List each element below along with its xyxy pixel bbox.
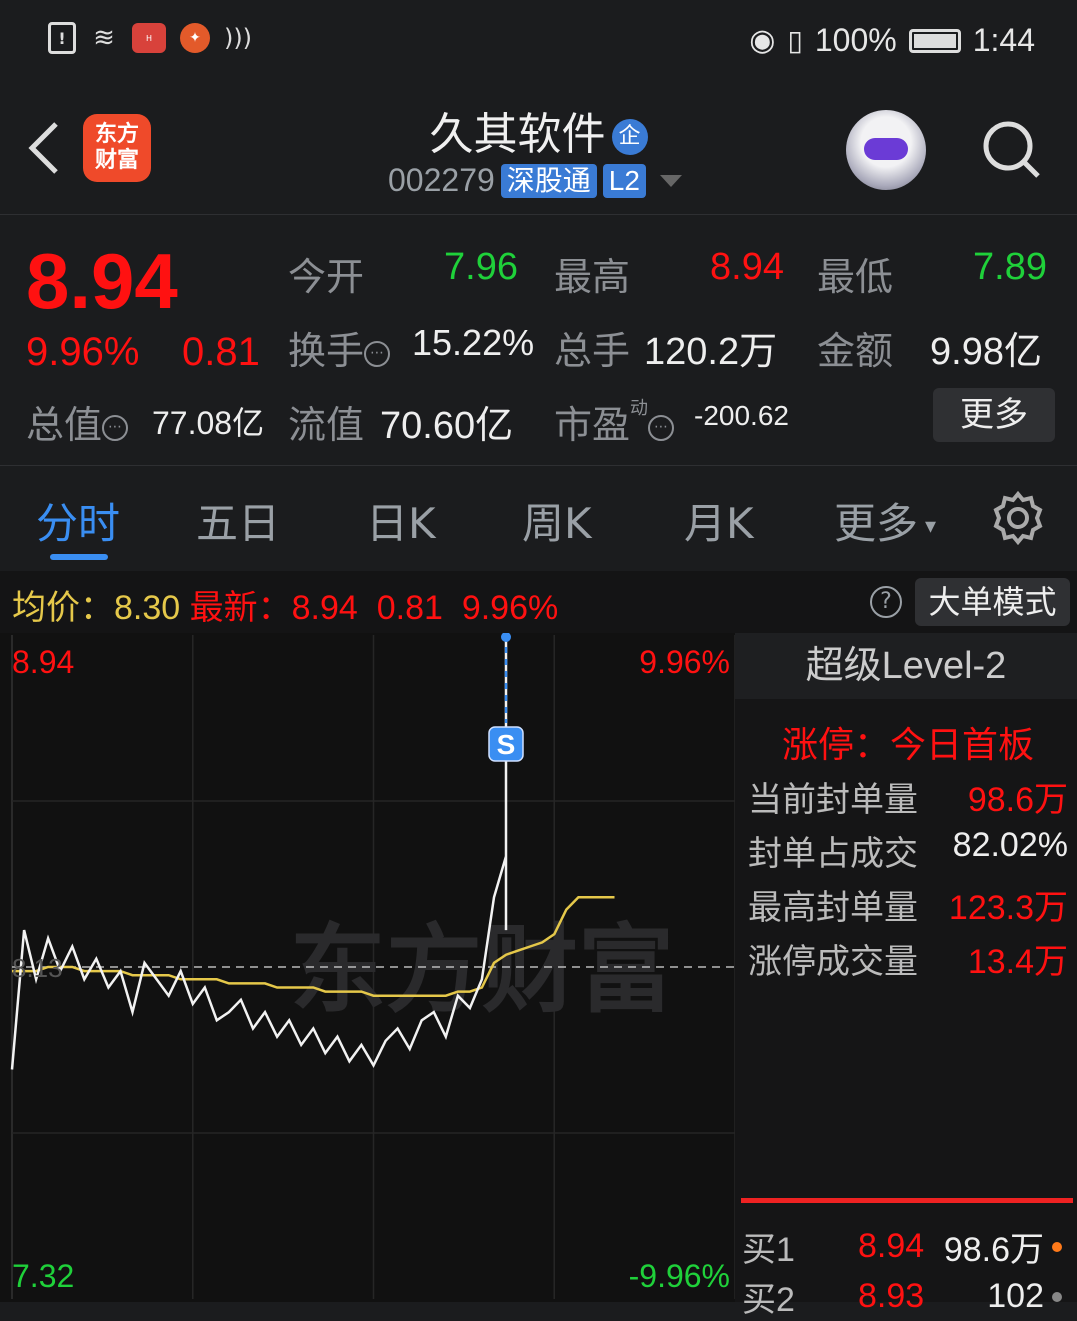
- stock-code: 002279: [388, 162, 495, 198]
- chevron-down-icon[interactable]: [659, 174, 682, 187]
- l2-row-max-seal: 最高封单量 123.3万: [748, 888, 1068, 928]
- low-label: 最低: [817, 255, 894, 299]
- latest-label: 最新：: [189, 589, 292, 627]
- info-icon[interactable]: ⋯: [102, 414, 129, 441]
- chart-bottom-percent: -9.96%: [629, 1258, 730, 1294]
- help-icon[interactable]: ?: [870, 586, 902, 618]
- l2-row-seal-ratio: 封单占成交 82.02%: [748, 826, 1068, 874]
- chart-top-percent: 9.96%: [639, 644, 730, 680]
- bid-label: 买2: [742, 1281, 795, 1319]
- stock-name: 久其软件: [429, 109, 606, 160]
- current-price: 8.94: [26, 237, 178, 325]
- bid-dot: [1052, 1241, 1062, 1252]
- l2-row-limit-volume: 涨停成交量 13.4万: [748, 942, 1068, 982]
- volume-label: 总手: [554, 329, 631, 373]
- bid-volume: 98.6万: [943, 1231, 1044, 1269]
- app-notification-icon: ✦: [180, 23, 210, 53]
- price-summary: 均价：8.30 最新：8.94 0.81 9.96%: [12, 580, 558, 629]
- info-icon[interactable]: ⋯: [648, 414, 675, 441]
- intraday-chart[interactable]: 东方财富 S 8.94 9.96% 8.13 7.32 -9.96%: [0, 632, 736, 1302]
- more-button[interactable]: 更多: [933, 388, 1055, 442]
- assistant-robot-avatar[interactable]: [846, 110, 926, 190]
- enterprise-badge: 企: [611, 119, 648, 155]
- huawei-store-icon: H: [132, 23, 166, 53]
- bid-volume: 102: [987, 1277, 1044, 1315]
- open-value: 7.96: [444, 246, 518, 288]
- connect-tag: 深股通: [500, 163, 597, 198]
- pe-label: 市盈动⋯: [554, 394, 675, 449]
- high-value: 8.94: [710, 246, 784, 288]
- big-order-mode-button[interactable]: 大单模式: [915, 578, 1070, 626]
- low-value: 7.89: [973, 246, 1047, 288]
- tab-weekly-k[interactable]: 周K: [522, 490, 592, 551]
- info-icon[interactable]: ⋯: [364, 340, 391, 367]
- change-amount: 0.81: [182, 330, 260, 374]
- nfc-icon: ))): [223, 24, 253, 52]
- bid-label: 买1: [742, 1231, 795, 1269]
- float-value: 70.60亿: [380, 405, 514, 447]
- avg-value: 8.30: [114, 589, 181, 627]
- latest-percent: 9.96%: [461, 589, 559, 627]
- battery-percent: 100%: [814, 22, 897, 58]
- eye-icon: ◉: [749, 24, 776, 57]
- settings-gear-icon[interactable]: [990, 490, 1046, 546]
- turnover-label: 换手 ⋯: [288, 320, 391, 375]
- status-bar: ! ≋ H ✦ ))) ◉ ▯ 100% 1:44: [0, 0, 1077, 82]
- clock: 1:44: [972, 22, 1035, 58]
- watermark: 东方财富: [290, 914, 674, 1026]
- stock-code-row[interactable]: 002279 深股通 L2: [388, 162, 682, 199]
- volume-value: 120.2万: [644, 331, 778, 373]
- bid-row-2: 买2 8.93 102: [742, 1272, 1072, 1321]
- search-icon[interactable]: [980, 118, 1040, 178]
- limit-status: 涨停：今日首板: [782, 725, 1035, 766]
- bid-row-1: 买1 8.94 98.6万: [742, 1222, 1072, 1271]
- tab-monthly-k[interactable]: 月K: [684, 490, 754, 551]
- mktcap-value: 77.08亿: [152, 405, 265, 441]
- signal-dot: [501, 632, 511, 642]
- sim-alert-icon: !: [48, 22, 76, 54]
- avg-label: 均价：: [12, 589, 114, 627]
- battery-icon: [908, 28, 961, 53]
- latest-value: 8.94: [291, 589, 358, 627]
- status-right: ◉ ▯ 100% 1:44: [749, 22, 1035, 59]
- level-tag: L2: [602, 163, 646, 198]
- pe-value: -200.62: [694, 400, 789, 431]
- wifi-icon: ≋: [93, 23, 115, 53]
- sell-signal-text: S: [497, 729, 516, 760]
- intraday-chart-svg: 东方财富 S 8.94 9.96% 8.13 7.32 -9.96%: [10, 632, 736, 1299]
- vibrate-icon: ▯: [787, 25, 803, 56]
- level2-title[interactable]: 超级Level-2: [735, 633, 1077, 699]
- tab-daily-k[interactable]: 日K: [366, 490, 436, 551]
- bid-price: 8.93: [858, 1277, 925, 1315]
- bid-ask-separator: [741, 1198, 1073, 1203]
- bid-price: 8.94: [858, 1227, 925, 1265]
- mktcap-label: 总值 ⋯: [26, 394, 129, 449]
- header-divider: [0, 214, 1077, 215]
- l2-row-current-seal: 当前封单量 98.6万: [748, 780, 1068, 820]
- open-label: 今开: [288, 255, 365, 299]
- chart-bottom-price: 7.32: [12, 1258, 74, 1294]
- status-icons: ! ≋ H ✦ ))): [48, 22, 252, 54]
- tab-intraday[interactable]: 分时: [36, 490, 120, 551]
- amount-value: 9.98亿: [930, 331, 1042, 373]
- chart-top-price: 8.94: [12, 644, 74, 680]
- caret-down-icon: ▾: [918, 514, 937, 539]
- float-label: 流值: [288, 403, 365, 447]
- change-percent: 9.96%: [26, 330, 140, 374]
- tab-more[interactable]: 更多 ▾: [834, 490, 936, 551]
- high-label: 最高: [554, 255, 631, 299]
- pe-sup: 动: [630, 398, 649, 419]
- tab-underline: [50, 554, 108, 560]
- bid-dot: [1052, 1291, 1062, 1302]
- tab-five-day[interactable]: 五日: [196, 490, 280, 551]
- amount-label: 金额: [817, 329, 894, 373]
- latest-change: 0.81: [376, 589, 443, 627]
- chart-mid-price: 8.13: [12, 953, 63, 983]
- turnover-value: 15.22%: [412, 322, 535, 363]
